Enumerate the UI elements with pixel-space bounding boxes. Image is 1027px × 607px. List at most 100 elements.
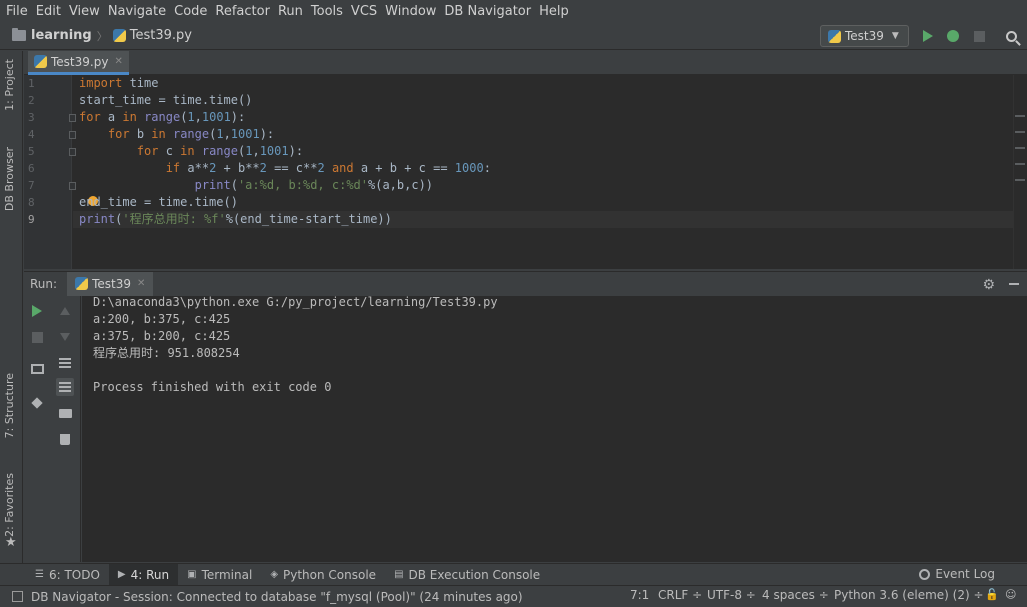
bug-icon (947, 30, 959, 42)
fold-marker-icon[interactable] (69, 148, 76, 156)
tab-db-browser[interactable]: DB Browser (3, 147, 16, 211)
play-icon (32, 305, 42, 317)
tab-todo[interactable]: ☰ 6: TODO (26, 564, 109, 586)
inspector-icon[interactable]: ☺ (1005, 588, 1016, 601)
tab-python-console-label: Python Console (283, 567, 377, 582)
console-line: Process finished with exit code 0 (93, 380, 332, 394)
menu-refactor[interactable]: Refactor (211, 4, 274, 19)
run-button[interactable] (920, 28, 936, 44)
tab-structure[interactable]: 7: Structure (3, 373, 16, 438)
gear-icon[interactable]: ⚙ (982, 277, 995, 293)
editor-tabs: Test39.py ✕ (24, 51, 1027, 75)
fold-marker-icon[interactable] (69, 131, 76, 139)
status-indent[interactable]: 4 spaces ÷ (762, 588, 829, 602)
fold-marker-icon[interactable] (69, 114, 76, 122)
menu-bar: File Edit View Navigate Code Refactor Ru… (0, 0, 1027, 22)
star-icon: ★ (5, 535, 17, 550)
status-encoding[interactable]: UTF-8 ÷ (707, 588, 756, 602)
scroll-down-button[interactable] (56, 328, 74, 346)
run-tab-label: Test39 (92, 276, 131, 291)
tab-python-console[interactable]: ◈ Python Console (261, 564, 385, 586)
tab-favorites[interactable]: 2: Favorites (3, 473, 16, 537)
console-line: a:200, b:375, c:425 (93, 312, 231, 326)
stop-button[interactable] (971, 28, 987, 44)
rerun-button[interactable] (28, 302, 46, 320)
tab-event-log-label: Event Log (935, 567, 995, 581)
line-number-gutter: 1 2 3 4 5 6 7 8 9 (24, 75, 76, 269)
left-tool-strip: 1: Project DB Browser 7: Structure 2: Fa… (0, 51, 23, 563)
code-line: print('a:%d, b:%d, c:%d'%(a,b,c)) (194, 178, 434, 192)
line-number: 7 (28, 179, 35, 192)
menu-vcs[interactable]: VCS (347, 4, 381, 19)
search-everywhere-button[interactable] (1003, 28, 1019, 44)
menu-help[interactable]: Help (535, 4, 573, 19)
clear-all-button[interactable] (56, 430, 74, 448)
debug-button[interactable] (945, 28, 961, 44)
run-console[interactable]: D:\anaconda3\python.exe G:/py_project/le… (82, 295, 1027, 562)
run-configuration-select[interactable]: Test39 ▼ (820, 25, 909, 47)
python-file-icon (34, 55, 47, 68)
menu-run[interactable]: Run (274, 4, 307, 19)
run-panel-label: Run: (30, 276, 58, 291)
breadcrumb-project[interactable]: learning (31, 28, 92, 43)
status-message[interactable]: DB Navigator - Session: Connected to dat… (31, 590, 523, 604)
play-icon: ▶ (117, 569, 126, 580)
print-button[interactable] (56, 404, 74, 422)
scroll-up-button[interactable] (56, 302, 74, 320)
scroll-marker (1015, 131, 1025, 133)
status-line-ending[interactable]: CRLF ÷ (658, 588, 702, 602)
menu-view[interactable]: View (65, 4, 104, 19)
breadcrumb-separator-icon: 〉 (96, 29, 108, 43)
search-icon (1005, 30, 1017, 42)
status-interpreter[interactable]: Python 3.6 (eleme) (2) ÷ (834, 588, 984, 602)
tab-run[interactable]: ▶ 4: Run (108, 563, 179, 586)
breadcrumb-file[interactable]: Test39.py (130, 28, 192, 43)
close-icon[interactable]: ✕ (137, 278, 145, 289)
minimize-icon[interactable] (1009, 283, 1019, 285)
scroll-to-end-icon (59, 386, 71, 388)
editor-tab-test39[interactable]: Test39.py ✕ (28, 51, 129, 75)
tab-db-execution-console[interactable]: ▤ DB Execution Console (385, 564, 549, 586)
menu-code[interactable]: Code (170, 4, 211, 19)
tab-event-log[interactable]: Event Log (919, 567, 995, 581)
breadcrumb: learning 〉 Test39.py (0, 28, 192, 44)
code-editor[interactable]: 1 2 3 4 5 6 7 8 9 import time start_time… (24, 75, 1027, 269)
line-number: 8 (28, 196, 35, 209)
run-panel-header: Run: Test39 ✕ ⚙ (24, 271, 1027, 296)
trash-icon (60, 433, 70, 445)
list-icon: ☰ (35, 569, 44, 580)
pin-tab-button[interactable] (28, 394, 46, 412)
python-icon (75, 277, 89, 290)
arrow-down-icon (60, 333, 70, 341)
scroll-marker (1015, 163, 1025, 165)
layout-icon (30, 364, 44, 374)
menu-tools[interactable]: Tools (307, 4, 347, 19)
layout-button[interactable] (28, 360, 46, 378)
tool-windows-toggle-icon[interactable] (12, 591, 23, 602)
stop-icon (31, 331, 43, 343)
scroll-to-end-button[interactable] (56, 378, 74, 396)
lock-icon[interactable]: 🔓 (985, 588, 999, 601)
close-icon[interactable]: ✕ (114, 56, 122, 67)
menu-db-navigator[interactable]: DB Navigator (440, 4, 535, 19)
tab-db-console-label: DB Execution Console (408, 567, 541, 582)
scroll-marker (1015, 115, 1025, 117)
status-caret-position[interactable]: 7:1 (630, 588, 649, 602)
fold-marker-icon[interactable] (69, 182, 76, 190)
tab-terminal[interactable]: ▣ Terminal (178, 564, 261, 586)
menu-edit[interactable]: Edit (32, 4, 65, 19)
run-tab-test39[interactable]: Test39 ✕ (67, 271, 154, 296)
terminal-icon: ▣ (187, 569, 197, 580)
menu-window[interactable]: Window (381, 4, 440, 19)
editor-scrollbar[interactable] (1013, 75, 1027, 269)
folder-icon (12, 28, 26, 41)
code-line: end_time = time.time() (79, 195, 238, 209)
menu-navigate[interactable]: Navigate (104, 4, 170, 19)
stop-run-button[interactable] (28, 328, 46, 346)
print-icon (58, 408, 72, 418)
menu-file[interactable]: File (2, 4, 32, 19)
line-number: 2 (28, 94, 35, 107)
tab-project[interactable]: 1: Project (3, 59, 16, 111)
soft-wrap-button[interactable] (56, 354, 74, 372)
python-icon (828, 29, 841, 43)
